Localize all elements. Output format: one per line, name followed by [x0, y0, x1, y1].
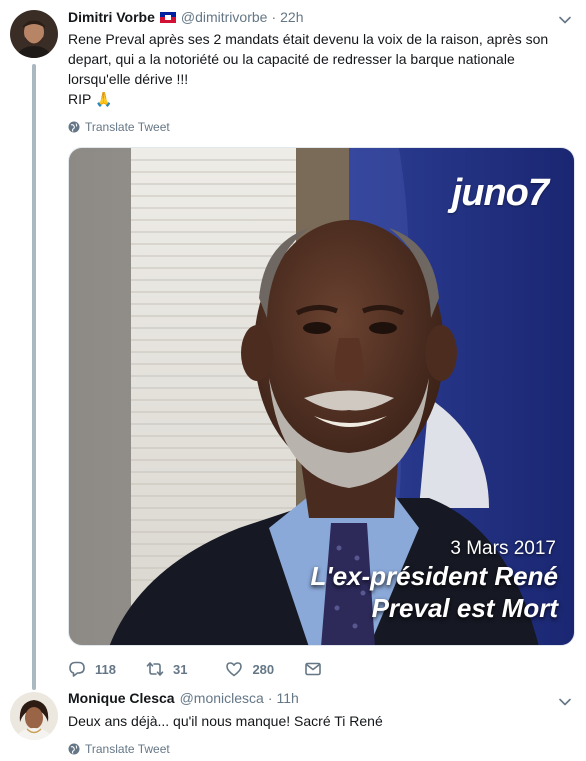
juno7-logo: juno7: [451, 172, 549, 214]
separator: ·: [271, 9, 277, 25]
translate-label: Translate Tweet: [85, 120, 170, 134]
translate-label: Translate Tweet: [85, 742, 170, 756]
tweet-timestamp[interactable]: 22h: [280, 9, 303, 25]
author-handle[interactable]: @dimitrivorbe: [181, 9, 268, 25]
reply-count: 118: [95, 661, 116, 677]
tweet-header: Dimitri Vorbe @dimitrivorbe · 22h: [68, 9, 303, 25]
author-name[interactable]: Monique Clesca: [68, 690, 175, 706]
translate-tweet-link[interactable]: Translate Tweet: [68, 120, 170, 134]
globe-icon: [68, 121, 80, 133]
like-button[interactable]: 280: [225, 660, 274, 678]
chevron-down-icon[interactable]: [558, 695, 572, 709]
envelope-icon: [305, 662, 321, 676]
chevron-down-icon[interactable]: [558, 13, 572, 27]
author-name[interactable]: Dimitri Vorbe: [68, 9, 155, 25]
author-handle[interactable]: @moniclesca: [180, 690, 264, 706]
avatar-photo: [10, 10, 58, 58]
media-date: 3 Mars 2017: [450, 538, 556, 559]
tweet-header: Monique Clesca @moniclesca · 11h: [68, 690, 299, 706]
tweet-text-line: RIP 🙏: [68, 91, 113, 107]
tweet-text-line: Rene Preval après ses 2 mandats était de…: [68, 31, 549, 47]
tweet-media-image[interactable]: juno7 3 Mars 2017 L'ex-président René Pr…: [68, 147, 575, 646]
avatar-photo: [10, 692, 58, 740]
tweet-timestamp[interactable]: 11h: [277, 690, 299, 706]
author-avatar[interactable]: [10, 692, 58, 740]
retweet-icon: [146, 662, 164, 676]
retweet-count: 31: [172, 661, 188, 677]
heart-icon: [226, 662, 243, 677]
tweet-text-line: depart, qui a la notoriété ou la capacit…: [68, 51, 515, 67]
retweet-button[interactable]: 31: [146, 660, 187, 678]
author-avatar[interactable]: [10, 10, 58, 58]
globe-icon: [68, 743, 80, 755]
thread-line: [32, 64, 36, 690]
tweet-dimitri-vorbe[interactable]: Dimitri Vorbe @dimitrivorbe · 22h Rene P…: [0, 0, 586, 690]
tweet-text: Deux ans déjà... qu'il nous manque! Sacr…: [68, 713, 383, 729]
reply-button[interactable]: 118: [68, 660, 116, 678]
tweet-text: Rene Preval après ses 2 mandats était de…: [68, 29, 558, 109]
reply-icon: [69, 661, 85, 677]
like-count: 280: [252, 661, 275, 677]
tweet-actions: 118 31 280: [68, 660, 362, 678]
media-headline-line1: L'ex-président René: [310, 561, 558, 591]
haiti-flag-icon: [159, 11, 176, 23]
direct-message-button[interactable]: [304, 660, 322, 678]
tweet-monique-clesca[interactable]: Monique Clesca @moniclesca · 11h Deux an…: [0, 690, 586, 761]
tweet-text-line: lorsqu'elle dérive !!!: [68, 71, 189, 87]
separator: ·: [267, 690, 273, 706]
media-headline-line2: Preval est Mort: [371, 593, 558, 623]
translate-tweet-link[interactable]: Translate Tweet: [68, 742, 170, 756]
